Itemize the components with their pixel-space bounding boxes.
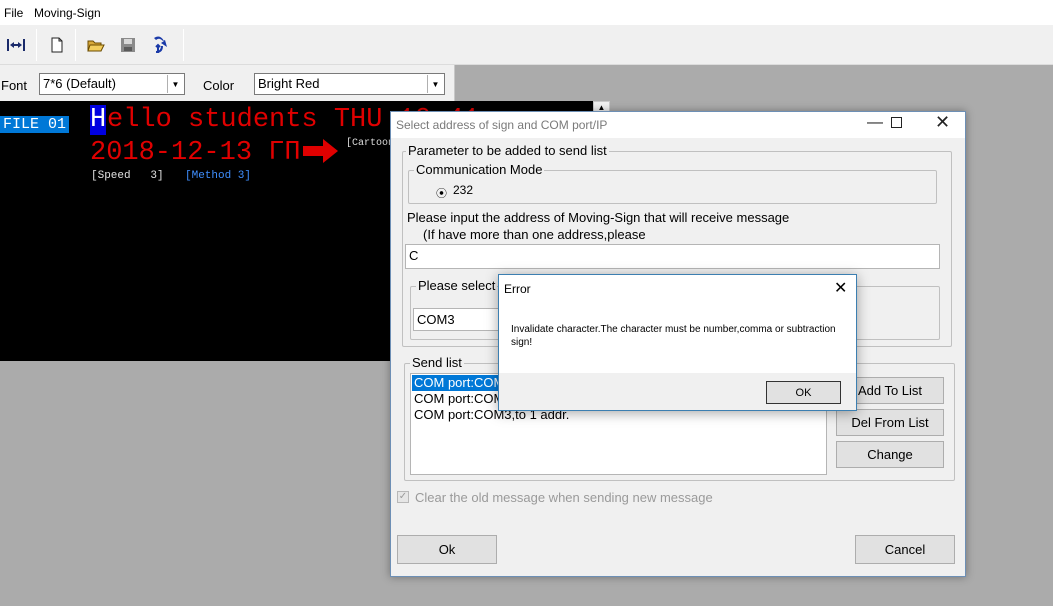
clear-message-label: Clear the old message when sending new m…	[415, 490, 713, 505]
file-label: FILE 01	[0, 116, 70, 133]
error-message: Invalidate character.The character must …	[511, 324, 836, 348]
list-item[interactable]: COM port:COM	[412, 375, 507, 391]
toolbar-separator	[36, 29, 37, 61]
method-label: [Method 3]	[185, 170, 252, 182]
list-item[interactable]: COM port:COM	[412, 391, 506, 407]
save-icon[interactable]	[117, 34, 139, 56]
dialog-title-bar: Select address of sign and COM port/IP —…	[391, 112, 965, 138]
menu-file[interactable]: File	[4, 6, 23, 20]
color-label: Color	[203, 78, 235, 93]
menu-bar: File Moving-Sign	[0, 0, 1053, 25]
new-file-icon[interactable]	[46, 34, 68, 56]
send-icon[interactable]	[149, 34, 171, 56]
radio-icon[interactable]: ⦿	[436, 185, 447, 201]
radio-232-label: 232	[453, 183, 474, 197]
change-button[interactable]: Change	[836, 441, 944, 468]
address-input-value: C	[409, 248, 419, 263]
address-prompt-2: (If have more than one address,please	[423, 227, 646, 242]
comm-mode-label: Communication Mode	[414, 162, 545, 177]
right-arrow-icon	[303, 138, 339, 167]
error-title: Error	[504, 282, 531, 296]
menu-moving-sign[interactable]: Moving-Sign	[34, 6, 101, 20]
error-dialog: Error ✕ Invalidate character.The charact…	[498, 274, 857, 411]
ok-button[interactable]: Ok	[397, 535, 497, 564]
error-title-bar: Error ✕	[499, 275, 856, 303]
sign-line-2: 2018-12-13 ΓΠ	[90, 138, 301, 168]
error-body: Invalidate character.The character must …	[499, 303, 856, 373]
cancel-button[interactable]: Cancel	[855, 535, 955, 564]
chevron-down-icon[interactable]: ▼	[167, 75, 183, 93]
toolbar-separator	[183, 29, 184, 61]
link-icon[interactable]	[5, 34, 27, 56]
open-folder-icon[interactable]	[85, 34, 107, 56]
color-select[interactable]: Bright Red ▼	[254, 73, 445, 95]
color-select-value: Bright Red	[258, 76, 320, 91]
checkbox-checked-icon[interactable]: ✓	[397, 491, 409, 503]
cartoon-label: [Cartoon	[346, 138, 395, 149]
parameter-group-label: Parameter to be added to send list	[406, 143, 609, 158]
del-from-list-button[interactable]: Del From List	[836, 409, 944, 436]
address-input[interactable]: C	[405, 244, 940, 269]
font-select[interactable]: 7*6 (Default) ▼	[39, 73, 185, 95]
select-port-label: Please select	[416, 278, 498, 293]
speed-label: [Speed 3]	[91, 170, 164, 182]
minimize-icon[interactable]: —	[867, 114, 883, 132]
font-label: Font	[1, 78, 28, 93]
cursor-char: H	[90, 105, 107, 135]
com-port-value: COM3	[417, 312, 455, 327]
error-ok-button[interactable]: OK	[766, 381, 841, 404]
close-icon[interactable]: ✕	[834, 278, 847, 298]
chevron-down-icon[interactable]: ▼	[427, 75, 443, 93]
close-icon[interactable]: ✕	[935, 112, 950, 133]
font-select-value: 7*6 (Default)	[43, 76, 116, 91]
dialog-title: Select address of sign and COM port/IP	[396, 118, 608, 132]
toolbar-separator	[75, 29, 76, 61]
maximize-icon[interactable]	[891, 117, 902, 128]
format-bar: Font 7*6 (Default) ▼ Color Bright Red ▼	[0, 65, 455, 101]
send-list-label: Send list	[410, 355, 464, 370]
address-prompt: Please input the address of Moving-Sign …	[407, 210, 790, 225]
toolbar	[0, 25, 1053, 65]
